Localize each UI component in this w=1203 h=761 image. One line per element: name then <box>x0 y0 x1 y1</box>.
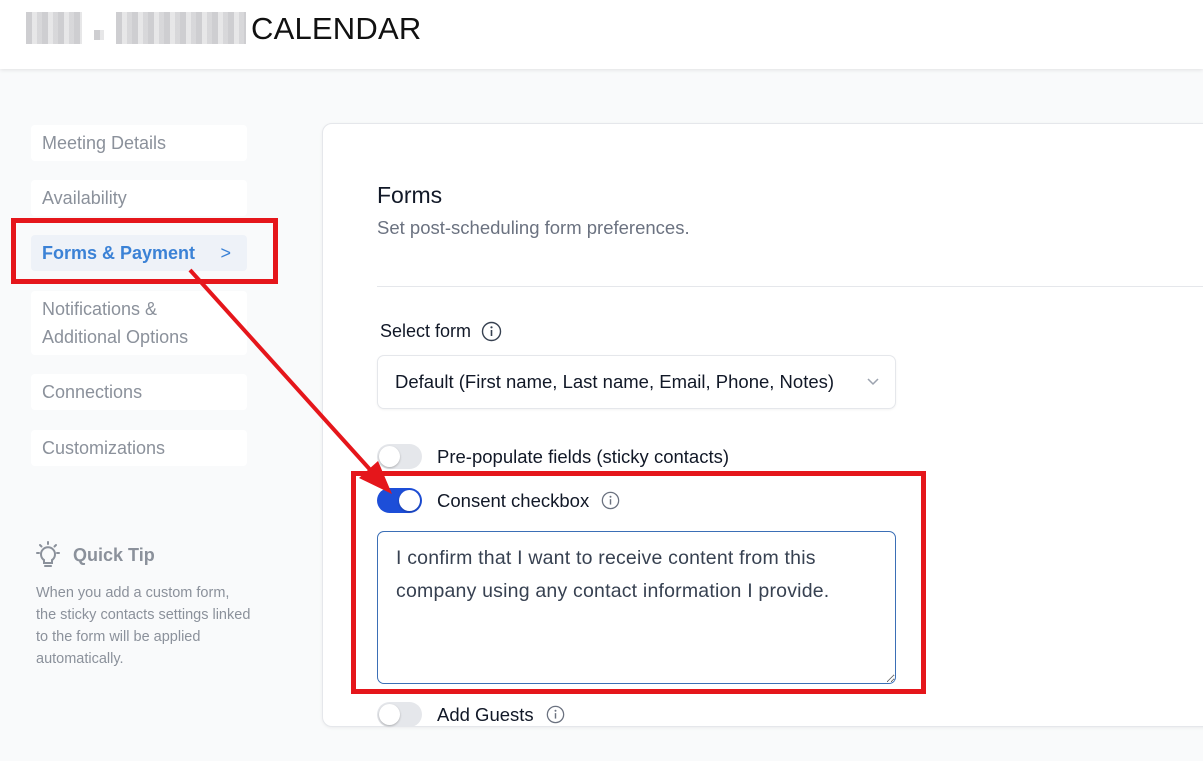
toggle-row-add-guests: Add Guests <box>377 702 565 727</box>
sidebar-item-customizations[interactable]: Customizations <box>31 430 247 466</box>
select-form-label-text: Select form <box>380 321 472 341</box>
sidebar-item-label: Forms & Payment <box>42 243 196 263</box>
toggle-row-prepopulate: Pre-populate fields (sticky contacts) <box>377 444 729 469</box>
blurred-logo <box>26 12 82 44</box>
info-icon[interactable] <box>481 321 502 342</box>
sidebar-item-label: Customizations <box>42 438 166 458</box>
app-title: CALENDAR <box>251 11 422 46</box>
consent-toggle[interactable] <box>377 488 422 513</box>
info-icon[interactable] <box>546 705 565 724</box>
blurred-logo-dot <box>94 30 104 40</box>
chevron-down-icon <box>867 378 879 386</box>
sidebar-item-label: Connections <box>42 382 143 402</box>
sidebar-item-availability[interactable]: Availability <box>31 180 247 216</box>
form-select-value: Default (First name, Last name, Email, P… <box>395 371 835 392</box>
form-select-dropdown[interactable]: Default (First name, Last name, Email, P… <box>377 355 896 409</box>
consent-text-area[interactable]: I confirm that I want to receive content… <box>377 531 896 684</box>
prepopulate-toggle[interactable] <box>377 444 422 469</box>
quick-tip-title: Quick Tip <box>73 544 155 565</box>
section-title: Forms <box>377 182 443 208</box>
toggle-label: Pre-populate fields (sticky contacts) <box>437 445 730 467</box>
toggle-knob <box>379 704 400 725</box>
toggle-knob <box>379 446 400 467</box>
sidebar-item-label: Meeting Details <box>42 133 167 153</box>
toggle-row-consent: Consent checkbox <box>377 488 620 513</box>
select-form-label: Select form <box>380 321 502 342</box>
sidebar-item-label: Notifications & Additional Options <box>42 299 189 347</box>
chevron-right-icon: > <box>220 243 231 263</box>
add-guests-toggle[interactable] <box>377 702 422 727</box>
sidebar-item-connections[interactable]: Connections <box>31 374 247 410</box>
section-subtitle: Set post-scheduling form preferences. <box>377 217 690 238</box>
quick-tip-text: When you add a custom form, the sticky c… <box>36 585 251 667</box>
toggle-knob <box>399 490 420 511</box>
info-icon[interactable] <box>601 491 620 510</box>
lightbulb-icon <box>36 541 60 567</box>
sidebar-item-notifications[interactable]: Notifications & Additional Options <box>31 291 247 355</box>
blurred-logo-text <box>116 12 246 44</box>
toggle-label: Consent checkbox <box>437 489 590 511</box>
sidebar-item-meeting-details[interactable]: Meeting Details <box>31 125 247 161</box>
quick-tip-header: Quick Tip <box>33 540 155 570</box>
sidebar-item-label: Availability <box>42 188 127 208</box>
sidebar-item-forms-payment[interactable]: Forms & Payment > <box>31 235 247 271</box>
divider <box>377 286 1203 287</box>
app-header: CALENDAR <box>0 0 1203 69</box>
toggle-label: Add Guests <box>437 703 534 725</box>
